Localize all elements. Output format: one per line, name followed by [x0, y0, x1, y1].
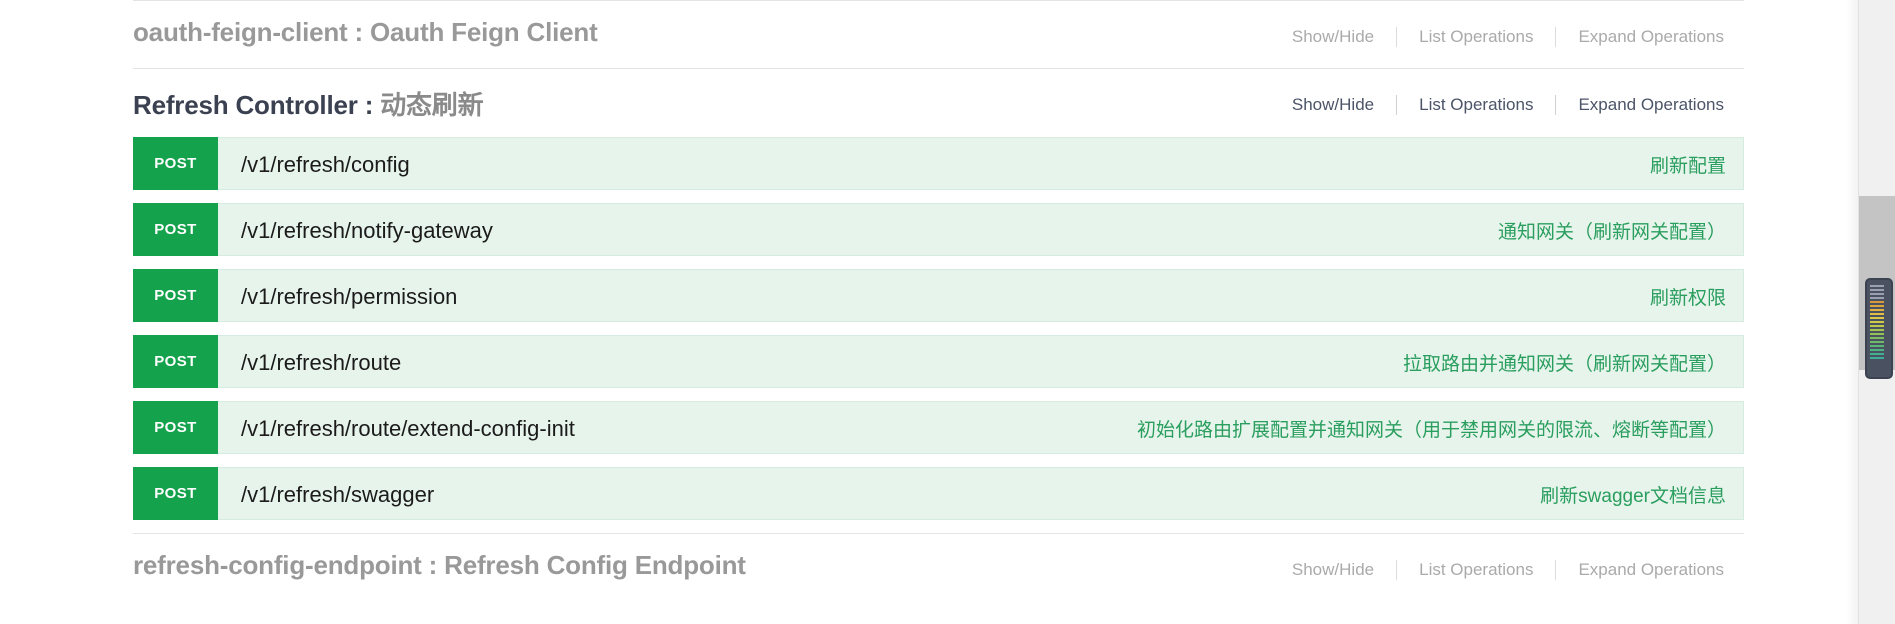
operation-summary: 刷新配置	[1649, 156, 1726, 177]
page-content: oauth-feign-client : Oauth Feign Client …	[0, 0, 1845, 624]
resource-section-refresh-controller: Refresh Controller : 动态刷新 Show/Hide List…	[133, 68, 1744, 533]
show-hide-link[interactable]: Show/Hide	[1270, 27, 1396, 47]
operation-row[interactable]: POST /v1/refresh/notify-gateway 通知网关（刷新网…	[133, 203, 1744, 256]
resource-separator: :	[347, 17, 371, 47]
scrollbar-grip-icon	[1870, 285, 1884, 361]
expand-operations-link[interactable]: Expand Operations	[1556, 27, 1724, 47]
show-hide-link[interactable]: Show/Hide	[1270, 560, 1396, 580]
resource-actions: Show/Hide List Operations Expand Operati…	[1270, 27, 1724, 47]
http-method-badge: POST	[133, 203, 218, 256]
operation-path[interactable]: /v1/refresh/config	[241, 138, 410, 191]
operation-summary: 初始化路由扩展配置并通知网关（用于禁用网关的限流、熔断等配置）	[1136, 420, 1726, 441]
resource-header[interactable]: Refresh Controller : 动态刷新 Show/Hide List…	[133, 69, 1744, 137]
operation-row[interactable]: POST /v1/refresh/config 刷新配置	[133, 137, 1744, 190]
resource-section-refresh-config-endpoint: refresh-config-endpoint : Refresh Config…	[133, 533, 1744, 602]
http-method-badge: POST	[133, 467, 218, 520]
http-method-badge: POST	[133, 269, 218, 322]
show-hide-link[interactable]: Show/Hide	[1270, 95, 1396, 115]
operation-path[interactable]: /v1/refresh/permission	[241, 270, 457, 323]
operation-list: POST /v1/refresh/config 刷新配置 POST /v1/re…	[133, 137, 1744, 520]
resource-separator: :	[357, 90, 381, 120]
list-operations-link[interactable]: List Operations	[1397, 95, 1555, 115]
operation-path[interactable]: /v1/refresh/route	[241, 336, 401, 389]
expand-operations-link[interactable]: Expand Operations	[1556, 560, 1724, 580]
http-method-badge: POST	[133, 335, 218, 388]
vertical-scrollbar[interactable]	[1858, 0, 1895, 624]
http-method-badge: POST	[133, 401, 218, 454]
operation-summary: 通知网关（刷新网关配置）	[1497, 222, 1726, 243]
resource-actions: Show/Hide List Operations Expand Operati…	[1270, 95, 1724, 115]
resource-tag: oauth-feign-client	[133, 17, 348, 47]
operation-summary: 刷新权限	[1649, 288, 1726, 309]
scrollbar-thumb[interactable]	[1865, 278, 1893, 379]
operation-path[interactable]: /v1/refresh/notify-gateway	[241, 204, 493, 257]
operation-summary: 拉取路由并通知网关（刷新网关配置）	[1402, 354, 1726, 375]
swagger-resource-listing: oauth-feign-client : Oauth Feign Client …	[0, 0, 1895, 624]
list-operations-link[interactable]: List Operations	[1397, 560, 1555, 580]
resource-title[interactable]: Refresh Controller : 动态刷新	[133, 85, 484, 122]
resource-description: 动态刷新	[380, 90, 484, 120]
resource-title[interactable]: refresh-config-endpoint : Refresh Config…	[133, 550, 746, 581]
resource-actions: Show/Hide List Operations Expand Operati…	[1270, 560, 1724, 580]
operation-row[interactable]: POST /v1/refresh/swagger 刷新swagger文档信息	[133, 467, 1744, 520]
operation-path[interactable]: /v1/refresh/swagger	[241, 468, 434, 521]
resource-title[interactable]: oauth-feign-client : Oauth Feign Client	[133, 17, 598, 48]
operation-row[interactable]: POST /v1/refresh/route 拉取路由并通知网关（刷新网关配置）	[133, 335, 1744, 388]
expand-operations-link[interactable]: Expand Operations	[1556, 95, 1724, 115]
resource-tag: Refresh Controller	[133, 90, 358, 120]
http-method-badge: POST	[133, 137, 218, 190]
resource-header[interactable]: oauth-feign-client : Oauth Feign Client …	[133, 1, 1744, 69]
resource-separator: :	[421, 550, 445, 580]
operation-path[interactable]: /v1/refresh/route/extend-config-init	[241, 402, 575, 455]
resource-description: Oauth Feign Client	[370, 17, 598, 47]
operation-summary: 刷新swagger文档信息	[1540, 486, 1726, 507]
operation-row[interactable]: POST /v1/refresh/route/extend-config-ini…	[133, 401, 1744, 454]
resource-description: Refresh Config Endpoint	[444, 550, 746, 580]
resource-section-oauth-feign-client: oauth-feign-client : Oauth Feign Client …	[133, 0, 1744, 69]
page-edge-shadow	[1845, 0, 1859, 624]
operation-row[interactable]: POST /v1/refresh/permission 刷新权限	[133, 269, 1744, 322]
resource-header[interactable]: refresh-config-endpoint : Refresh Config…	[133, 534, 1744, 602]
resource-tag: refresh-config-endpoint	[133, 550, 422, 580]
list-operations-link[interactable]: List Operations	[1397, 27, 1555, 47]
